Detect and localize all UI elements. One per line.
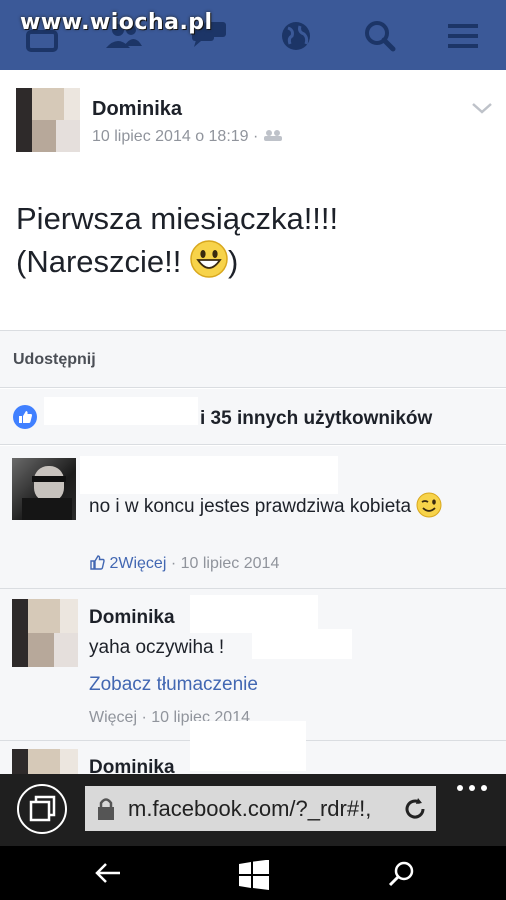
- comment-meta: 2Więcej · 10 lipiec 2014: [89, 554, 279, 573]
- post-text-line2-start: (Nareszcie!!: [16, 244, 190, 279]
- comment-text-body: no i w koncu jestes prawdziwa kobieta: [89, 496, 412, 517]
- smiley-emoji-icon: [190, 240, 228, 278]
- redacted-names: [44, 397, 198, 425]
- refresh-icon[interactable]: [403, 797, 427, 821]
- menu-icon[interactable]: [444, 18, 484, 54]
- avatar[interactable]: [12, 458, 76, 520]
- comment-more-link[interactable]: Więcej: [118, 555, 166, 572]
- url-field[interactable]: m.facebook.com/?_rdr#!,: [85, 786, 436, 831]
- redacted-text: [190, 721, 306, 771]
- share-button[interactable]: Udostępnij: [13, 351, 96, 369]
- watermark: www.wiocha.pl: [20, 10, 213, 35]
- comment-author[interactable]: Dominika: [89, 607, 175, 629]
- back-arrow-icon[interactable]: [94, 860, 122, 886]
- post-author[interactable]: Dominika: [92, 98, 182, 121]
- browser-address-bar: m.facebook.com/?_rdr#!,: [0, 774, 506, 846]
- like-icon: [13, 405, 37, 429]
- redacted-text: [190, 595, 318, 633]
- lock-icon: [98, 798, 114, 820]
- post-text-line2: (Nareszcie!! ): [16, 240, 338, 283]
- translate-link[interactable]: Zobacz tłumaczenie: [89, 674, 258, 696]
- comment-date: · 10 lipiec 2014: [170, 555, 280, 572]
- post-text-line2-end: ): [227, 244, 239, 279]
- post-date-text: 10 lipiec 2014 o 18:19 ·: [92, 128, 259, 145]
- comment: no i w koncu jestes prawdziwa kobieta 2W…: [0, 446, 506, 588]
- chevron-down-icon[interactable]: [470, 100, 494, 116]
- redacted-name: [80, 456, 338, 494]
- search-icon[interactable]: [360, 18, 400, 54]
- search-icon[interactable]: [388, 860, 416, 888]
- comment-more-link[interactable]: Więcej: [89, 709, 137, 726]
- audience-icon: [263, 130, 282, 141]
- avatar[interactable]: [16, 88, 80, 152]
- avatar[interactable]: [12, 599, 78, 667]
- url-text: m.facebook.com/?_rdr#!,: [128, 796, 372, 821]
- more-options-icon[interactable]: [456, 784, 488, 792]
- windows-start-icon[interactable]: [238, 860, 270, 890]
- wink-emoji-icon: [416, 492, 442, 518]
- comment: Dominika yaha oczywiha ! Zobacz tłumacze…: [0, 589, 506, 740]
- post: Dominika 10 lipiec 2014 o 18:19 · Pierws…: [0, 70, 506, 330]
- globe-icon[interactable]: [276, 18, 316, 54]
- thumbs-up-icon: [90, 555, 105, 570]
- likes-count-text: i 35 innych użytkowników: [200, 408, 433, 429]
- comment-text: no i w koncu jestes prawdziwa kobieta: [89, 492, 489, 521]
- system-navbar: [0, 846, 506, 900]
- post-text: Pierwsza miesiączka!!!! (Nareszcie!! ): [16, 198, 338, 283]
- comments-list: no i w koncu jestes prawdziwa kobieta 2W…: [0, 446, 506, 789]
- post-text-line1: Pierwsza miesiączka!!!!: [16, 201, 339, 236]
- comment-text: yaha oczywiha !: [89, 637, 225, 658]
- tabs-icon: [29, 795, 56, 822]
- tabs-button[interactable]: [17, 784, 67, 834]
- redacted-text: [252, 629, 352, 659]
- facebook-top-bar: www.wiocha.pl: [0, 0, 506, 70]
- share-bar: Udostępnij: [0, 330, 506, 388]
- post-date[interactable]: 10 lipiec 2014 o 18:19 ·: [92, 128, 283, 146]
- likes-row[interactable]: i 35 innych użytkowników: [0, 389, 506, 445]
